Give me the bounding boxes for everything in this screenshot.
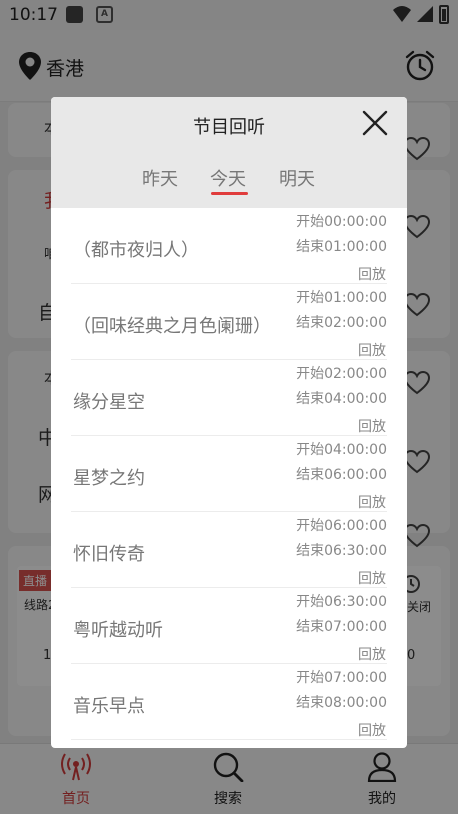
program-start: 开始07:00:00 — [296, 670, 387, 686]
replay-button[interactable]: 回放 — [358, 416, 386, 436]
replay-button[interactable]: 回放 — [358, 264, 386, 284]
day-tabs: 昨天 今天 明天 — [51, 165, 407, 201]
program-start: 开始06:00:00 — [296, 518, 387, 534]
tab-today[interactable]: 今天 — [210, 165, 246, 191]
active-tab-indicator — [211, 192, 248, 195]
program-list[interactable]: （都市夜归人） 开始00:00:00 结束01:00:00 回放 （回味经典之月… — [51, 208, 407, 748]
program-row: 缘分星空 开始02:00:00 结束04:00:00 回放 — [71, 360, 387, 436]
close-icon[interactable] — [362, 110, 388, 136]
program-start: 开始04:00:00 — [296, 442, 387, 458]
program-name: 缘分星空 — [73, 392, 145, 413]
tab-yesterday[interactable]: 昨天 — [142, 165, 178, 191]
program-end: 结束02:00:00 — [296, 315, 387, 331]
program-start: 开始01:00:00 — [296, 290, 387, 306]
program-name: 怀旧传奇 — [73, 544, 145, 565]
modal-header: 节目回听 昨天 今天 明天 — [51, 97, 407, 208]
program-start: 开始00:00:00 — [296, 214, 387, 230]
replay-button[interactable]: 回放 — [358, 568, 386, 588]
program-row: 星梦之约 开始04:00:00 结束06:00:00 回放 — [71, 436, 387, 512]
replay-modal: 节目回听 昨天 今天 明天 （都市夜归人） 开始00:00:00 结束01:00… — [51, 97, 407, 748]
program-name: 音乐早点 — [73, 696, 145, 717]
program-start: 开始06:30:00 — [296, 594, 387, 610]
replay-button[interactable]: 回放 — [358, 720, 386, 740]
program-name: （都市夜归人） — [73, 240, 199, 261]
replay-button[interactable]: 回放 — [358, 492, 386, 512]
program-name: 粤听越动听 — [73, 620, 163, 641]
program-end: 结束01:00:00 — [296, 239, 387, 255]
program-end: 结束07:00:00 — [296, 619, 387, 635]
modal-title: 节目回听 — [193, 117, 265, 138]
program-row: （回味经典之月色阑珊） 开始01:00:00 结束02:00:00 回放 — [71, 284, 387, 360]
replay-button[interactable]: 回放 — [358, 340, 386, 360]
program-end: 结束04:00:00 — [296, 391, 387, 407]
program-name: 星梦之约 — [73, 468, 145, 489]
program-end: 结束06:30:00 — [296, 543, 387, 559]
program-row: （都市夜归人） 开始00:00:00 结束01:00:00 回放 — [71, 208, 387, 284]
tab-tomorrow[interactable]: 明天 — [279, 165, 315, 191]
program-row: 怀旧传奇 开始06:00:00 结束06:30:00 回放 — [71, 512, 387, 588]
program-name: （回味经典之月色阑珊） — [73, 316, 271, 337]
program-row: 粤听越动听 开始06:30:00 结束07:00:00 回放 — [71, 588, 387, 664]
program-row: 音乐早点 开始07:00:00 结束08:00:00 回放 — [71, 664, 387, 740]
replay-button[interactable]: 回放 — [358, 644, 386, 664]
program-end: 结束06:00:00 — [296, 467, 387, 483]
program-start: 开始02:00:00 — [296, 366, 387, 382]
program-end: 结束08:00:00 — [296, 695, 387, 711]
